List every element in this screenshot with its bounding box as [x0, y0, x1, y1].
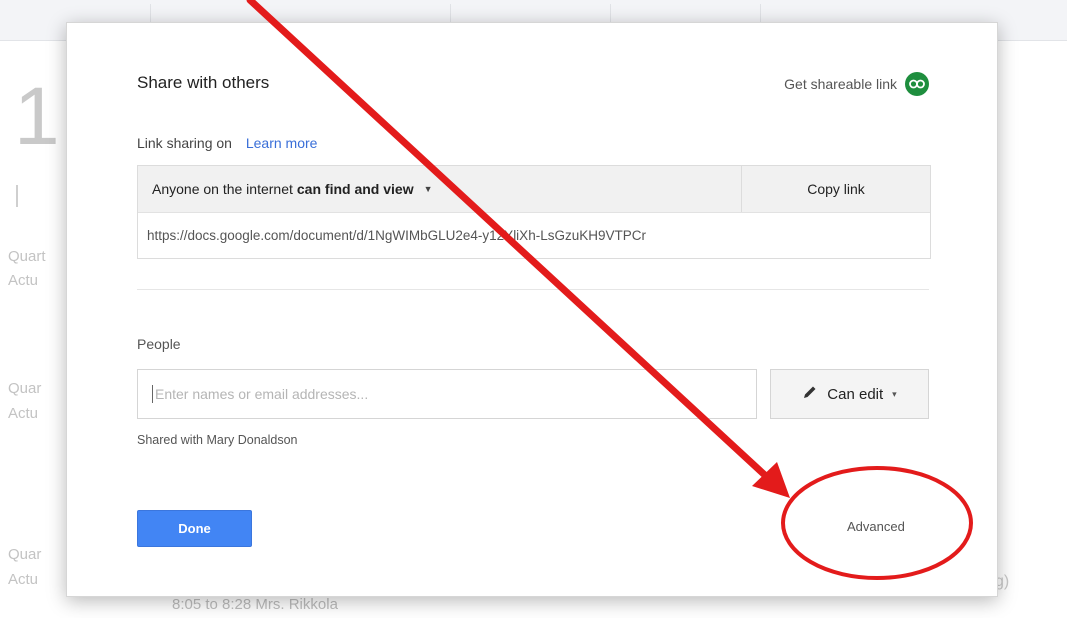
advanced-link[interactable]: Advanced — [847, 519, 905, 534]
pencil-icon — [802, 384, 818, 404]
dialog-title: Share with others — [137, 73, 270, 92]
access-prefix: Anyone on the internet — [152, 181, 293, 197]
get-shareable-link-button[interactable]: Get shareable link — [784, 72, 929, 96]
link-sharing-box: Anyone on the internet can find and view… — [137, 165, 931, 259]
access-level: can find and view — [296, 181, 414, 197]
background-label: Actu — [8, 272, 39, 289]
copy-link-button[interactable]: Copy link — [741, 166, 930, 212]
text-caret — [152, 385, 153, 403]
link-icon[interactable] — [905, 72, 929, 96]
share-link-field[interactable]: https://docs.google.com/document/d/1NgWI… — [138, 213, 930, 258]
shared-with-text: Shared with Mary Donaldson — [137, 433, 298, 447]
background-label: Actu — [8, 571, 39, 588]
people-input[interactable]: Enter names or email addresses... — [137, 369, 757, 419]
learn-more-link[interactable]: Learn more — [246, 135, 318, 151]
background-text-cursor — [16, 185, 18, 207]
link-access-dropdown[interactable]: Anyone on the internet can find and view… — [138, 166, 741, 212]
people-label: People — [137, 336, 181, 352]
background-label: Quart — [8, 248, 46, 265]
background-heading-number: 1 — [14, 71, 60, 162]
permission-label: Can edit — [827, 385, 884, 403]
section-divider — [137, 289, 929, 290]
get-shareable-link-label: Get shareable link — [784, 76, 897, 92]
background-label: Actu — [8, 405, 39, 422]
done-button[interactable]: Done — [137, 510, 252, 547]
share-dialog: Share with others Get shareable link Lin… — [66, 22, 998, 597]
background-label: Quar — [8, 380, 42, 397]
people-input-placeholder: Enter names or email addresses... — [155, 386, 369, 402]
link-sharing-status-row: Link sharing on Learn more — [137, 135, 317, 151]
permission-dropdown[interactable]: Can edit ▾ — [770, 369, 929, 419]
caret-down-icon: ▼ — [423, 184, 433, 194]
background-schedule-text: 8:05 to 8:28 Mrs. Rikkola — [172, 596, 338, 613]
caret-down-icon: ▾ — [892, 388, 897, 399]
link-sharing-status: Link sharing on — [137, 135, 232, 151]
background-label: Quar — [8, 546, 42, 563]
